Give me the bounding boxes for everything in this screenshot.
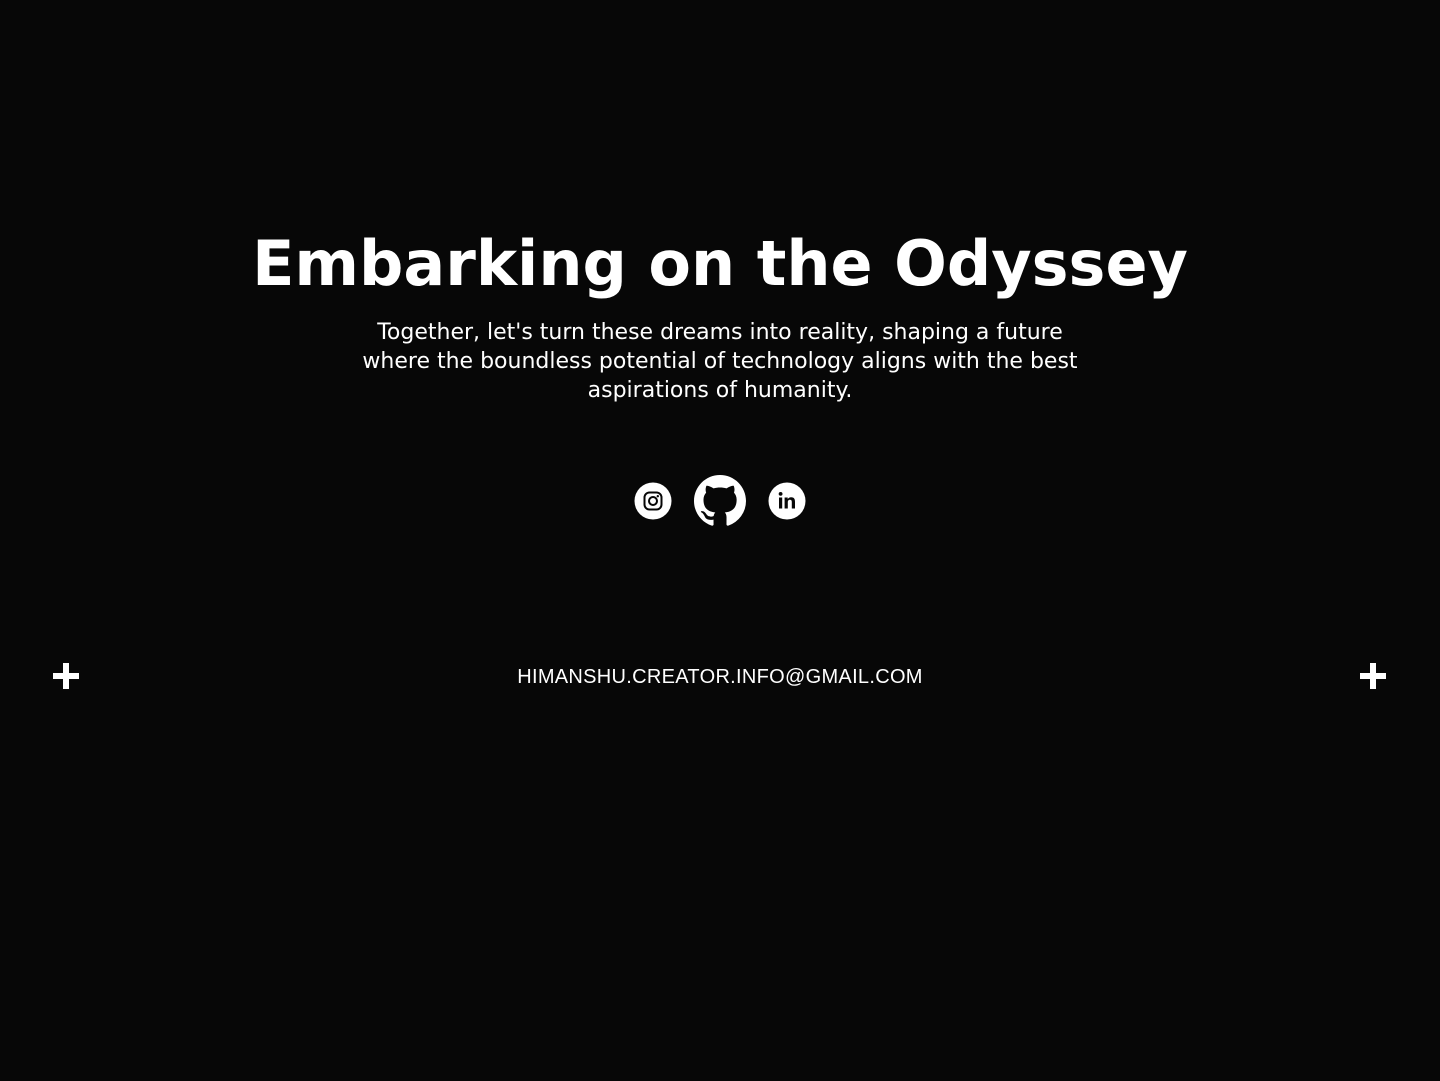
plus-icon xyxy=(1360,663,1386,689)
contact-row: HIMANSHU.CREATOR.INFO@GMAIL.COM xyxy=(0,660,1440,694)
linkedin-icon xyxy=(768,482,806,520)
page: Embarking on the Odyssey Together, let's… xyxy=(0,0,1440,1081)
github-icon xyxy=(694,475,746,526)
social-links xyxy=(0,475,1440,527)
github-link[interactable] xyxy=(694,475,746,527)
email-link[interactable]: HIMANSHU.CREATOR.INFO@GMAIL.COM xyxy=(0,660,1440,694)
instagram-link[interactable] xyxy=(634,482,672,520)
page-title: Embarking on the Odyssey xyxy=(252,227,1188,300)
hero-subtitle: Together, let's turn these dreams into r… xyxy=(362,320,1078,403)
hero-section: Embarking on the Odyssey Together, let's… xyxy=(0,222,1440,405)
instagram-icon xyxy=(634,482,672,520)
linkedin-link[interactable] xyxy=(768,482,806,520)
